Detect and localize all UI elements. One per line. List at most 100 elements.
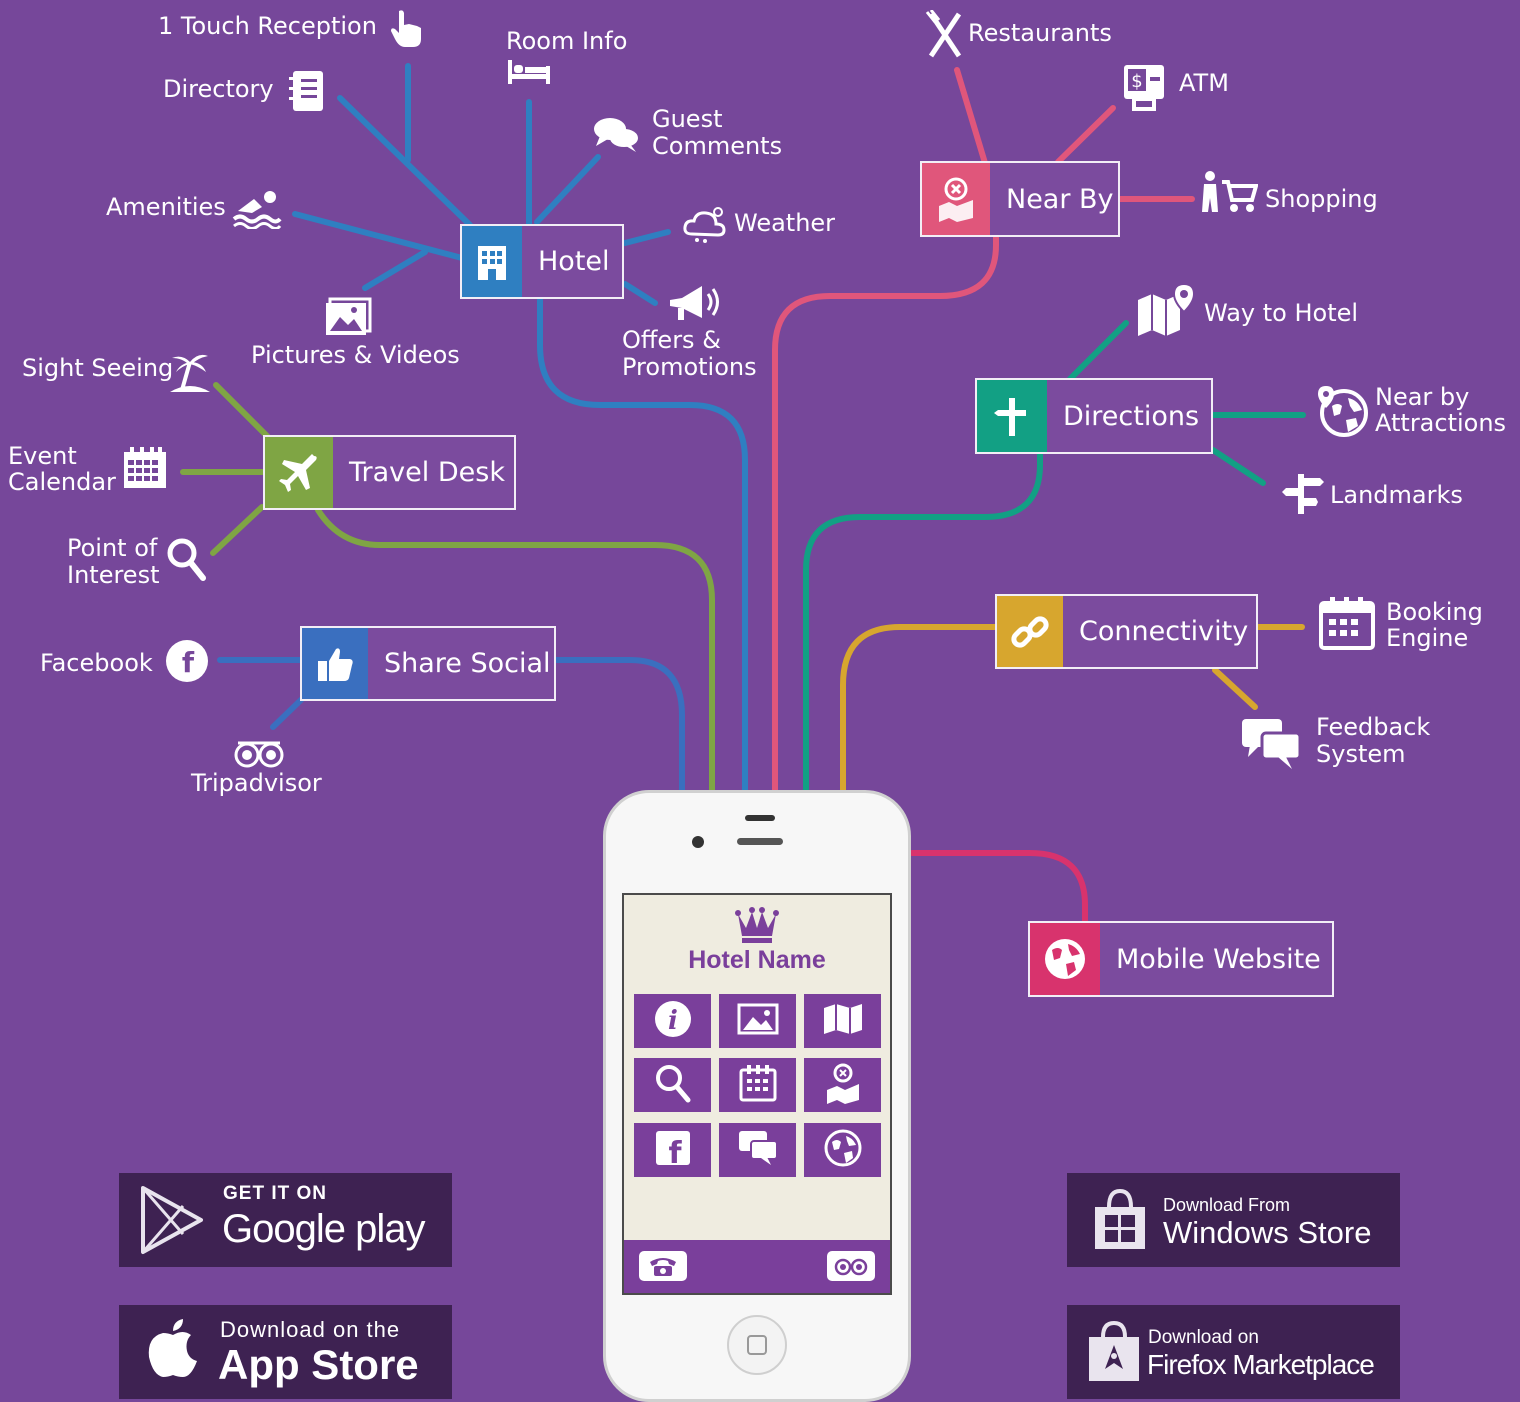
svg-text:f: f — [182, 646, 195, 679]
landmark-sign-icon — [1280, 472, 1326, 516]
tripadvisor-label: Tripadvisor — [191, 769, 322, 797]
app-tile-facebook[interactable]: f — [634, 1123, 711, 1177]
weather-label: Weather — [734, 209, 836, 237]
directions-hub-label: Directions — [1063, 400, 1200, 432]
tripadvisor-owl-icon — [232, 738, 286, 770]
hotel-name-title: Hotel Name — [688, 946, 826, 974]
palm-tree-icon — [168, 350, 212, 394]
mobile-website-hub[interactable]: Mobile Website — [1028, 921, 1334, 997]
firefox-small-text: Download on — [1148, 1327, 1259, 1348]
globe-icon — [823, 1128, 863, 1172]
folded-map-icon — [1136, 282, 1196, 336]
near-by-hub-label: Near By — [1006, 183, 1114, 215]
touch-reception-label: 1 Touch Reception — [158, 12, 377, 40]
windows-store-big-text: Windows Store — [1163, 1215, 1372, 1250]
folded-map-icon — [822, 1002, 864, 1040]
app-tile-search[interactable] — [634, 1058, 711, 1112]
app-tile-gallery[interactable] — [719, 994, 796, 1048]
globe-icon — [1030, 923, 1100, 995]
near-by-hub[interactable]: Near By — [920, 161, 1120, 237]
app-tile-map[interactable] — [804, 994, 881, 1048]
facebook-label: Facebook — [40, 649, 153, 677]
calendar-icon — [738, 1064, 778, 1106]
hand-pointer-icon — [386, 6, 426, 50]
chat-bubbles-icon — [737, 1129, 779, 1171]
firefox-marketplace-badge[interactable]: Download on Firefox Marketplace — [1067, 1305, 1400, 1399]
app-store-big-text: App Store — [218, 1341, 419, 1388]
signpost-icon — [977, 380, 1047, 452]
directory-book-icon — [286, 68, 326, 114]
bed-icon — [506, 58, 552, 86]
atm-icon: $ — [1122, 63, 1166, 113]
restaurants-label: Restaurants — [968, 19, 1112, 47]
event-calendar-label-line2: Calendar — [8, 468, 116, 496]
connectivity-hub-label: Connectivity — [1079, 616, 1249, 647]
fork-knife-icon — [925, 10, 965, 60]
feedback-system-label-line2: System — [1316, 740, 1406, 768]
shopping-label: Shopping — [1265, 185, 1378, 213]
guest-comments-label-line1: Guest — [652, 105, 723, 133]
app-tile-website[interactable] — [804, 1123, 881, 1177]
phone-camera — [690, 834, 706, 850]
crown-logo-icon — [734, 904, 780, 944]
map-pin-icon — [922, 163, 990, 235]
feedback-system-label-line1: Feedback — [1316, 713, 1431, 741]
app-tile-nearby[interactable] — [804, 1058, 881, 1112]
chat-bubbles-icon — [592, 114, 640, 154]
share-social-hub-label: Share Social — [384, 648, 551, 679]
calendar-icon — [122, 446, 168, 490]
hotel-building-icon — [462, 226, 522, 297]
guest-comments-label-line2: Comments — [652, 132, 783, 160]
pictures-videos-label: Pictures & Videos — [251, 341, 460, 369]
event-calendar-label-line1: Event — [8, 442, 77, 470]
atm-label: ATM — [1179, 69, 1229, 97]
firefox-bag-icon — [1085, 1319, 1143, 1385]
phone-home-button[interactable] — [726, 1314, 788, 1376]
svg-text:i: i — [668, 1006, 678, 1036]
hotel-hub[interactable]: Hotel — [460, 224, 624, 299]
thumbs-up-icon — [302, 628, 368, 699]
directory-label: Directory — [163, 75, 274, 103]
info-icon: i — [653, 999, 693, 1043]
magnifier-icon — [654, 1063, 692, 1107]
near-by-attractions-label-line1: Near by — [1375, 383, 1470, 411]
apple-logo-icon — [145, 1317, 201, 1381]
google-play-big-text: Google play — [222, 1207, 425, 1251]
windows-store-badge[interactable]: Download From Windows Store — [1067, 1173, 1400, 1267]
connectivity-hub[interactable]: Connectivity — [995, 594, 1258, 669]
feedback-chat-icon — [1240, 715, 1304, 771]
windows-bag-icon — [1089, 1187, 1151, 1253]
app-tile-feedback[interactable] — [719, 1123, 796, 1177]
google-play-small-text: GET IT ON — [223, 1183, 327, 1204]
phone-speaker — [735, 813, 785, 849]
booking-engine-label-line1: Booking — [1386, 598, 1483, 626]
megaphone-icon — [666, 282, 724, 324]
shopping-cart-icon — [1200, 170, 1258, 214]
travel-desk-hub[interactable]: Travel Desk — [263, 435, 516, 510]
landmarks-label: Landmarks — [1330, 481, 1463, 509]
windows-store-small-text: Download From — [1163, 1195, 1291, 1215]
firefox-big-text: Firefox Marketplace — [1147, 1349, 1375, 1380]
booking-engine-label-line2: Engine — [1386, 624, 1469, 652]
phone-call-icon[interactable] — [638, 1250, 688, 1282]
directions-hub[interactable]: Directions — [975, 378, 1213, 454]
picture-icon — [324, 297, 374, 337]
google-play-badge[interactable]: GET IT ON Google play — [119, 1173, 452, 1267]
app-tile-info[interactable]: i — [634, 994, 711, 1048]
map-pin-icon — [823, 1062, 863, 1108]
way-to-hotel-label: Way to Hotel — [1204, 299, 1359, 327]
facebook-icon: f — [654, 1129, 692, 1171]
tripadvisor-owl-icon[interactable] — [826, 1250, 876, 1282]
mobile-website-hub-label: Mobile Website — [1116, 943, 1321, 975]
booking-calendar-icon — [1318, 595, 1376, 651]
room-info-label: Room Info — [506, 27, 628, 55]
share-social-hub[interactable]: Share Social — [300, 626, 556, 701]
app-store-badge[interactable]: Download on the App Store — [119, 1305, 452, 1399]
app-tile-calendar[interactable] — [719, 1058, 796, 1112]
app-store-small-text: Download on the — [220, 1317, 401, 1342]
weather-cloud-icon — [682, 204, 728, 244]
picture-icon — [737, 1003, 779, 1039]
near-by-attractions-label-line2: Attractions — [1375, 409, 1507, 437]
play-triangle-icon — [139, 1185, 205, 1255]
magnifier-icon — [166, 536, 208, 582]
